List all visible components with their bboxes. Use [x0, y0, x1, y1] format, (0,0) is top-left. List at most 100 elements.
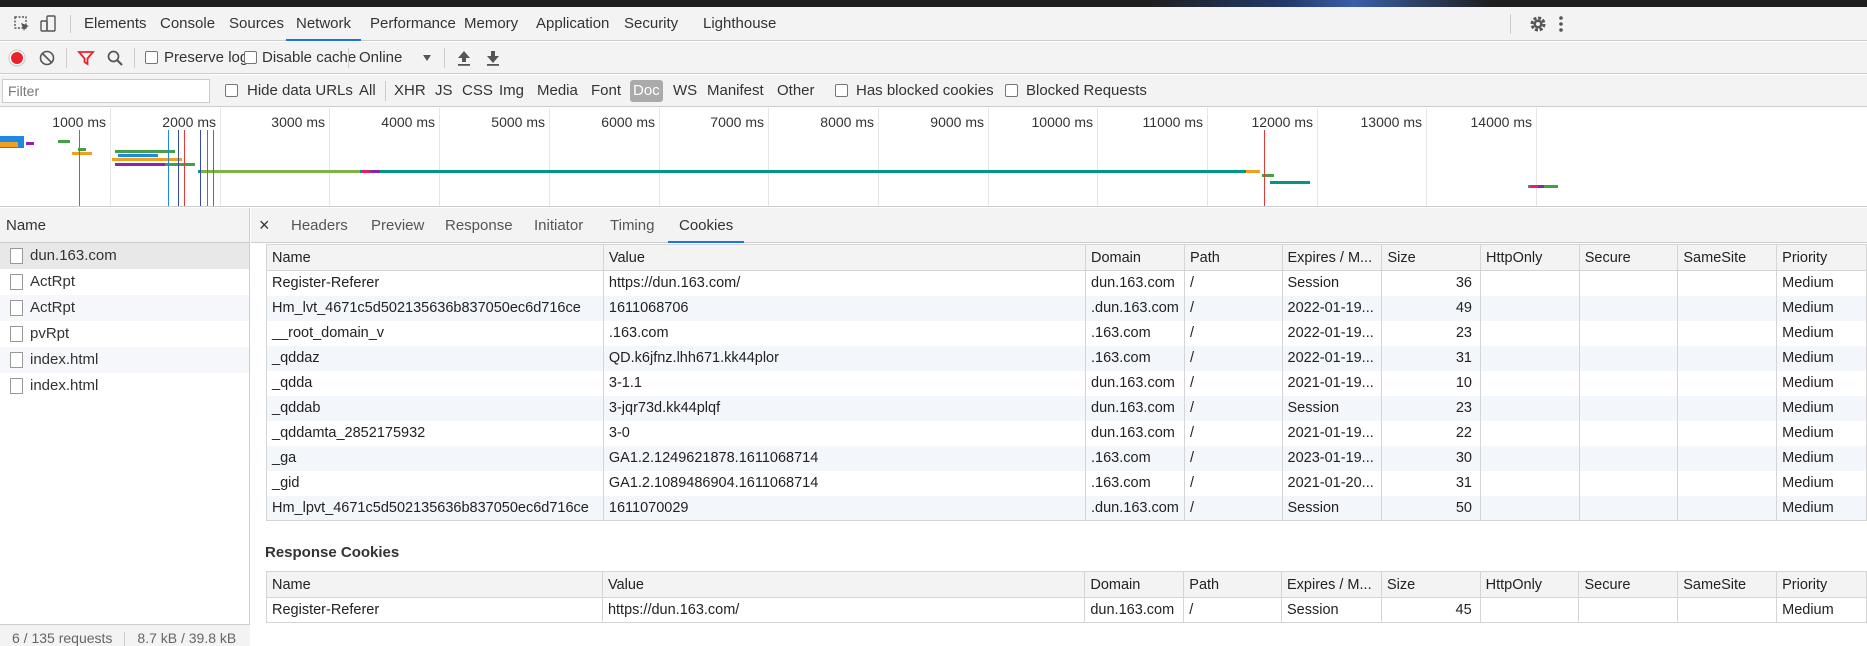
import-har-icon[interactable]: [456, 49, 472, 67]
detail-tab-cookies[interactable]: Cookies: [668, 208, 745, 243]
chevron-down-icon[interactable]: [422, 53, 432, 63]
column-header[interactable]: Path: [1183, 244, 1283, 271]
cookie-row[interactable]: Hm_lpvt_4671c5d502135636b837050ec6d716ce…: [266, 495, 1867, 521]
column-header[interactable]: Domain: [1084, 571, 1185, 598]
cookie-row[interactable]: _qddamta_2852175932 3-0 dun.163.com/2021-0…: [266, 420, 1867, 446]
type-filter-css[interactable]: CSS: [459, 80, 496, 102]
column-header[interactable]: SameSite: [1677, 571, 1778, 598]
type-filter-all[interactable]: All: [356, 80, 379, 102]
close-icon[interactable]: ×: [259, 208, 270, 243]
request-row[interactable]: index.html: [0, 347, 249, 373]
settings-gear-icon[interactable]: [1527, 13, 1549, 35]
device-toolbar-icon[interactable]: [38, 14, 58, 34]
column-header[interactable]: Path: [1183, 571, 1282, 598]
filter-input[interactable]: [2, 79, 210, 103]
timeline-gridline: [988, 108, 989, 206]
type-filter-manifest[interactable]: Manifest: [704, 80, 767, 102]
column-header[interactable]: Name: [266, 571, 603, 598]
tab-memory[interactable]: Memory: [464, 7, 518, 41]
cookie-cell: [1677, 470, 1778, 496]
export-har-icon[interactable]: [485, 49, 501, 67]
cookie-row[interactable]: _qdda 3-1.1 dun.163.com/2021-01-19... 10 Med…: [266, 370, 1867, 396]
tab-performance[interactable]: Performance: [370, 7, 456, 41]
cookie-row[interactable]: _ga GA1.2.1249621878.1611068714.163.com/2…: [266, 445, 1867, 471]
cookie-cell: 22: [1381, 420, 1481, 446]
disable-cache-checkbox[interactable]: [244, 51, 257, 64]
network-overview-timeline[interactable]: 1000 ms 2000 ms 3000 ms 4000 ms 5000 ms 6000 …: [0, 108, 1867, 207]
request-row[interactable]: ActRpt: [0, 295, 249, 321]
tab-elements[interactable]: Elements: [84, 7, 147, 41]
tab-network[interactable]: Network: [286, 7, 362, 41]
column-header[interactable]: Name: [266, 244, 604, 271]
type-filter-js[interactable]: JS: [432, 80, 456, 102]
clear-icon[interactable]: [38, 49, 56, 67]
request-row[interactable]: pvRpt: [0, 321, 249, 347]
type-filter-ws[interactable]: WS: [670, 80, 700, 102]
request-row[interactable]: index.html: [0, 373, 249, 399]
more-options-icon[interactable]: [1557, 13, 1565, 35]
column-header[interactable]: Secure: [1578, 244, 1679, 271]
blocked-requests-label[interactable]: Blocked Requests: [1026, 75, 1147, 107]
column-header[interactable]: Size: [1380, 571, 1481, 598]
cookie-cell: .163.com: [1085, 470, 1185, 496]
detail-tab-initiator[interactable]: Initiator: [534, 208, 583, 243]
tab-sources[interactable]: Sources: [229, 7, 284, 41]
type-filter-xhr[interactable]: XHR: [391, 80, 429, 102]
preserve-log-checkbox[interactable]: [145, 51, 158, 64]
column-header[interactable]: HttpOnly: [1479, 571, 1580, 598]
cookie-cell: /: [1183, 420, 1283, 446]
cookie-row[interactable]: Register-Referer https://dun.163.com/dun.…: [266, 270, 1867, 296]
cookie-row[interactable]: _qddab 3-jqr73d.kk44plqf dun.163.com / Sessi…: [266, 395, 1867, 421]
waterfall-bar: [165, 163, 195, 166]
cookie-row[interactable]: __root_domain_v .163.com .163.com/2022-01-…: [266, 320, 1867, 346]
cookie-cell: /: [1183, 395, 1283, 421]
hide-data-urls-checkbox[interactable]: [225, 84, 238, 97]
column-header[interactable]: Priority: [1776, 244, 1867, 271]
column-header[interactable]: Secure: [1578, 571, 1679, 598]
detail-tab-preview[interactable]: Preview: [371, 208, 424, 243]
cookie-row[interactable]: _qddaz QD.k6jfnz.lhh671.kk44plor .163.com /…: [266, 345, 1867, 371]
request-row[interactable]: dun.163.com: [0, 243, 249, 269]
cookie-cell: [1479, 495, 1580, 521]
column-header[interactable]: HttpOnly: [1479, 244, 1580, 271]
filter-icon[interactable]: [77, 49, 95, 67]
cookie-row[interactable]: Hm_lvt_4671c5d502135636b837050ec6d716ce 1…: [266, 295, 1867, 321]
type-filter-img[interactable]: Img: [496, 80, 527, 102]
type-filter-other[interactable]: Other: [774, 80, 818, 102]
search-icon[interactable]: [106, 49, 124, 67]
column-header[interactable]: SameSite: [1677, 244, 1778, 271]
column-header[interactable]: Value: [601, 571, 1086, 598]
tab-console[interactable]: Console: [160, 7, 215, 41]
hide-data-urls-label[interactable]: Hide data URLs: [247, 75, 353, 107]
column-header[interactable]: Size: [1381, 244, 1481, 271]
detail-tab-timing[interactable]: Timing: [610, 208, 654, 243]
disable-cache-label[interactable]: Disable cache: [262, 42, 356, 74]
column-header[interactable]: Expires / M...: [1281, 571, 1382, 598]
detail-tab-response[interactable]: Response: [445, 208, 513, 243]
record-icon[interactable]: [8, 49, 26, 67]
column-header[interactable]: Expires / M...: [1281, 244, 1383, 271]
inspect-element-icon[interactable]: [12, 14, 32, 34]
tab-security[interactable]: Security: [624, 7, 678, 41]
cookie-row[interactable]: _gid GA1.2.1089486904.1611068714.163.com /…: [266, 470, 1867, 496]
tab-application[interactable]: Application: [536, 7, 609, 41]
type-filter-doc[interactable]: Doc: [630, 80, 663, 102]
tab-lighthouse[interactable]: Lighthouse: [703, 7, 776, 41]
request-name: ActRpt: [30, 273, 76, 290]
cookie-cell: 50: [1381, 495, 1481, 521]
column-header[interactable]: Value: [602, 244, 1087, 271]
preserve-log-label[interactable]: Preserve log: [164, 42, 248, 74]
has-blocked-cookies-checkbox[interactable]: [835, 84, 848, 97]
throttling-select[interactable]: Online: [359, 42, 402, 74]
column-header[interactable]: Domain: [1085, 244, 1185, 271]
request-row[interactable]: ActRpt: [0, 269, 249, 295]
cookie-row[interactable]: Register-Referer https://dun.163.com/dun.…: [266, 597, 1867, 623]
detail-tab-headers[interactable]: Headers: [291, 208, 348, 243]
cookie-cell: _ga: [266, 445, 604, 471]
type-filter-media[interactable]: Media: [534, 80, 581, 102]
column-header[interactable]: Priority: [1776, 571, 1867, 598]
has-blocked-cookies-label[interactable]: Has blocked cookies: [856, 75, 994, 107]
name-column-header[interactable]: Name: [0, 208, 249, 243]
type-filter-font[interactable]: Font: [588, 80, 624, 102]
blocked-requests-checkbox[interactable]: [1005, 84, 1018, 97]
